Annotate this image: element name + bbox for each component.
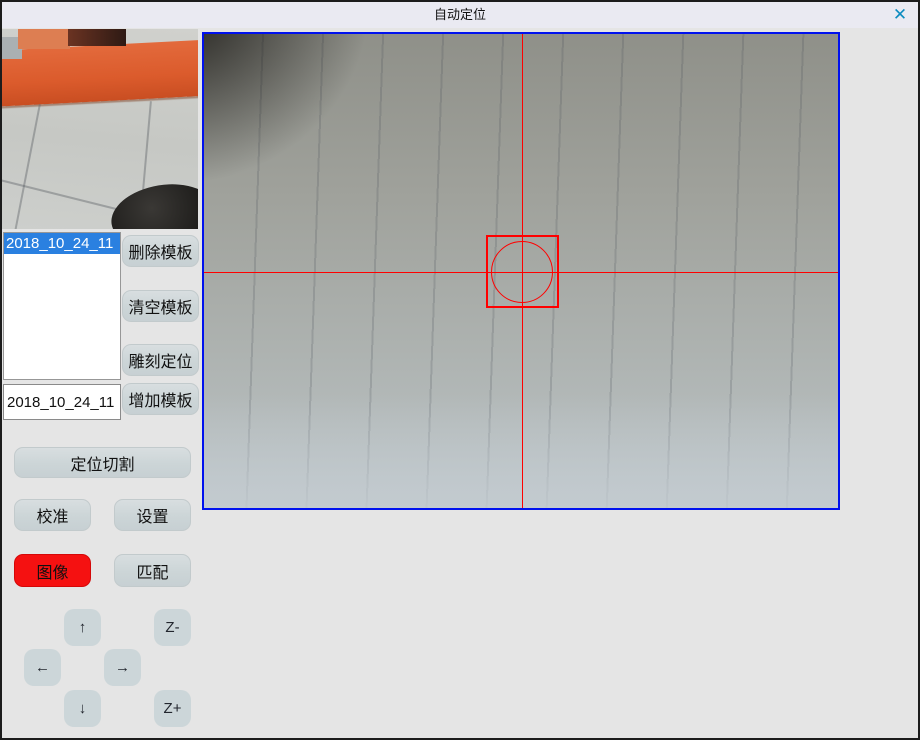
- preview-orange-beam: [2, 39, 198, 107]
- jog-down-button[interactable]: ↓: [64, 690, 101, 727]
- jog-z-plus-button[interactable]: Z+: [154, 690, 191, 727]
- calibrate-button[interactable]: 校准: [14, 499, 91, 531]
- template-list[interactable]: 2018_10_24_11: [3, 232, 121, 380]
- engrave-position-button[interactable]: 雕刻定位: [122, 344, 199, 376]
- position-cut-button[interactable]: 定位切割: [14, 447, 191, 478]
- jog-up-button[interactable]: ↑: [64, 609, 101, 646]
- dialog-title: 自动定位: [2, 2, 918, 28]
- preview-dark-blob: [107, 177, 198, 229]
- target-circle-marker: [491, 241, 553, 303]
- jog-left-button[interactable]: ←: [24, 649, 61, 686]
- image-button-active[interactable]: 图像: [14, 554, 91, 587]
- camera-view: [202, 32, 840, 510]
- list-item-template[interactable]: 2018_10_24_11: [4, 233, 120, 254]
- preview-dark-block: [68, 29, 126, 46]
- settings-button[interactable]: 设置: [114, 499, 191, 531]
- auto-position-dialog: 自动定位 ✕ 2018_10_24_11 删除模板 清空模板 雕刻定位 增加模板…: [0, 0, 920, 740]
- preview-light-orange-block: [18, 29, 70, 49]
- add-template-button[interactable]: 增加模板: [122, 383, 199, 415]
- template-preview-image: [2, 29, 198, 229]
- preview-grout-line: [13, 104, 41, 229]
- close-icon[interactable]: ✕: [889, 4, 911, 26]
- template-name-input[interactable]: [3, 384, 121, 420]
- match-button[interactable]: 匹配: [114, 554, 191, 587]
- clear-templates-button[interactable]: 清空模板: [122, 290, 199, 322]
- titlebar: 自动定位 ✕: [2, 2, 918, 28]
- delete-template-button[interactable]: 删除模板: [122, 235, 199, 267]
- jog-right-button[interactable]: →: [104, 649, 141, 686]
- jog-z-minus-button[interactable]: Z-: [154, 609, 191, 646]
